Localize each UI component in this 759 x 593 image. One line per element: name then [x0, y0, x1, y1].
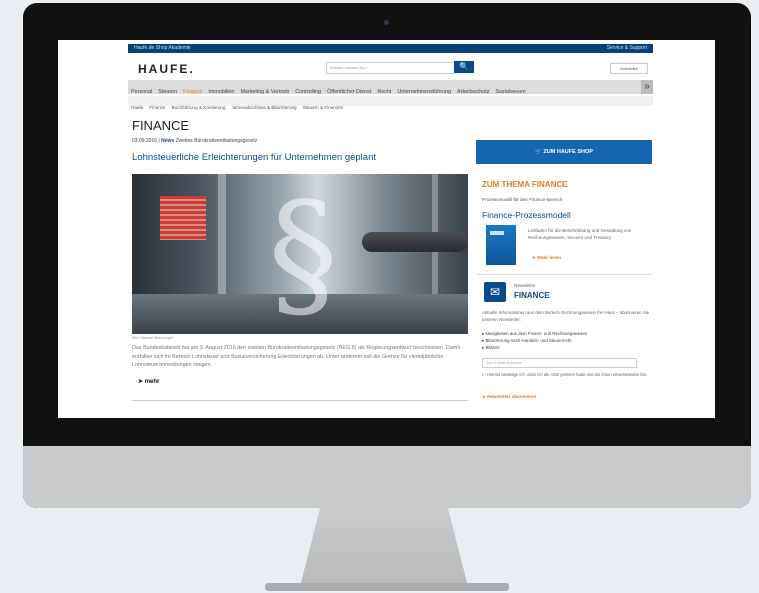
thema-heading: ZUM THEMA FINANCE: [482, 180, 568, 189]
subnav-jahresabschluss[interactable]: Jahresabschluss & Bilanzierung: [229, 103, 300, 113]
article-meta: 03.09.2016 | News Zweites Bürokratieentl…: [132, 138, 258, 144]
email-field[interactable]: Ihre E-Mail-Adresse: [482, 358, 637, 368]
main-nav: Personal Steuern Finance Immobilien Marketin…: [128, 80, 653, 95]
book-cover-image[interactable]: [486, 225, 516, 265]
login-button[interactable]: Anmelden: [610, 63, 648, 74]
newsletter-envelope-icon: ✉: [484, 282, 506, 302]
page-title: FINANCE: [132, 118, 190, 133]
shop-button[interactable]: 🛒 ZUM HAUFE SHOP: [476, 140, 652, 164]
image-credit: Bild: Michael Bamberger: [132, 336, 174, 340]
door-handle: [362, 232, 468, 252]
breadcrumb-finance[interactable]: Finance: [146, 103, 168, 113]
nav-more-icon[interactable]: »: [641, 80, 653, 94]
more-link[interactable]: ➤ mehr: [138, 378, 159, 385]
paragraph-sign-icon: §: [268, 174, 338, 334]
newsletter-text: Aktuelle Informationen aus dem Bereich R…: [482, 310, 650, 322]
article-category: News: [161, 138, 175, 144]
subnav-steuern[interactable]: Steuern & Finanzen: [300, 103, 347, 113]
haufe-logo[interactable]: HAUFE.: [138, 62, 195, 76]
subscribe-label: Newsletter abonnieren: [487, 394, 537, 399]
search-input[interactable]: Wonach suchen Sie?: [326, 62, 455, 74]
prozessmodell-more-link[interactable]: ➤ Mehr lesen: [532, 255, 561, 261]
top-bar-links[interactable]: Haufe.de Shop Akademie: [134, 44, 191, 53]
subnav-buchfuehrung[interactable]: Buchführung & Kontierung: [169, 103, 229, 113]
monitor-chin: [23, 446, 751, 508]
search-button[interactable]: 🔍: [454, 61, 474, 73]
more-link-label: mehr: [144, 379, 160, 385]
list-item: BilMoG: [482, 344, 650, 351]
divider: [476, 274, 652, 275]
webcam: [384, 20, 389, 25]
service-link[interactable]: Service & Support: [607, 44, 647, 53]
divider: [132, 400, 468, 401]
browser-screen: Haufe.de Shop Akademie Service & Support…: [58, 40, 715, 418]
newsletter-subscribe-button[interactable]: ➤ Newsletter abonnieren: [482, 394, 536, 400]
article-image[interactable]: §: [132, 174, 468, 334]
prozessmodell-description: Leitfaden für die Beschreibung und Gesta…: [528, 228, 632, 240]
monitor-stand: [300, 508, 468, 586]
newsletter-list: Neuigkeiten aus dem Finanz- und Rechnung…: [482, 330, 650, 351]
list-item: Neuigkeiten aus dem Finanz- und Rechnung…: [482, 330, 650, 337]
blinds: [160, 196, 206, 240]
breadcrumb-haufe[interactable]: Haufe: [128, 103, 146, 113]
sub-nav: Haufe Finance Buchführung & Kontierung Jahr…: [128, 96, 653, 110]
prozessmodell-label: Prozessmodell für den Finance-Bereich: [482, 197, 563, 202]
prozessmodell-title[interactable]: Finance-Prozessmodell: [482, 210, 571, 220]
newsletter-label: Newsletter: [514, 283, 536, 288]
monitor-base: [265, 583, 509, 591]
top-bar: Haufe.de Shop Akademie Service & Support: [128, 44, 653, 53]
list-item: Bilanzierung nach Handels- und Steuerrec…: [482, 337, 650, 344]
article-headline[interactable]: Lohnsteuerliche Erleichterungen für Unte…: [132, 152, 376, 163]
agb-checkbox[interactable]: ☐ Hiermit bestätige ich, dass ich die AG…: [482, 372, 650, 378]
article-kicker: Zweites Bürokratieentlastungsgesetz: [175, 138, 258, 144]
agb-checkbox-label: Hiermit bestätige ich, dass ich die AGB …: [486, 372, 648, 377]
pm-more-label: Mehr lesen: [537, 255, 562, 260]
article-date: 03.09.2016: [132, 138, 158, 144]
newsletter-title: FINANCE: [514, 291, 550, 300]
article-teaser: Das Bundeskabinett hat am 3. August 2016…: [132, 345, 461, 368]
